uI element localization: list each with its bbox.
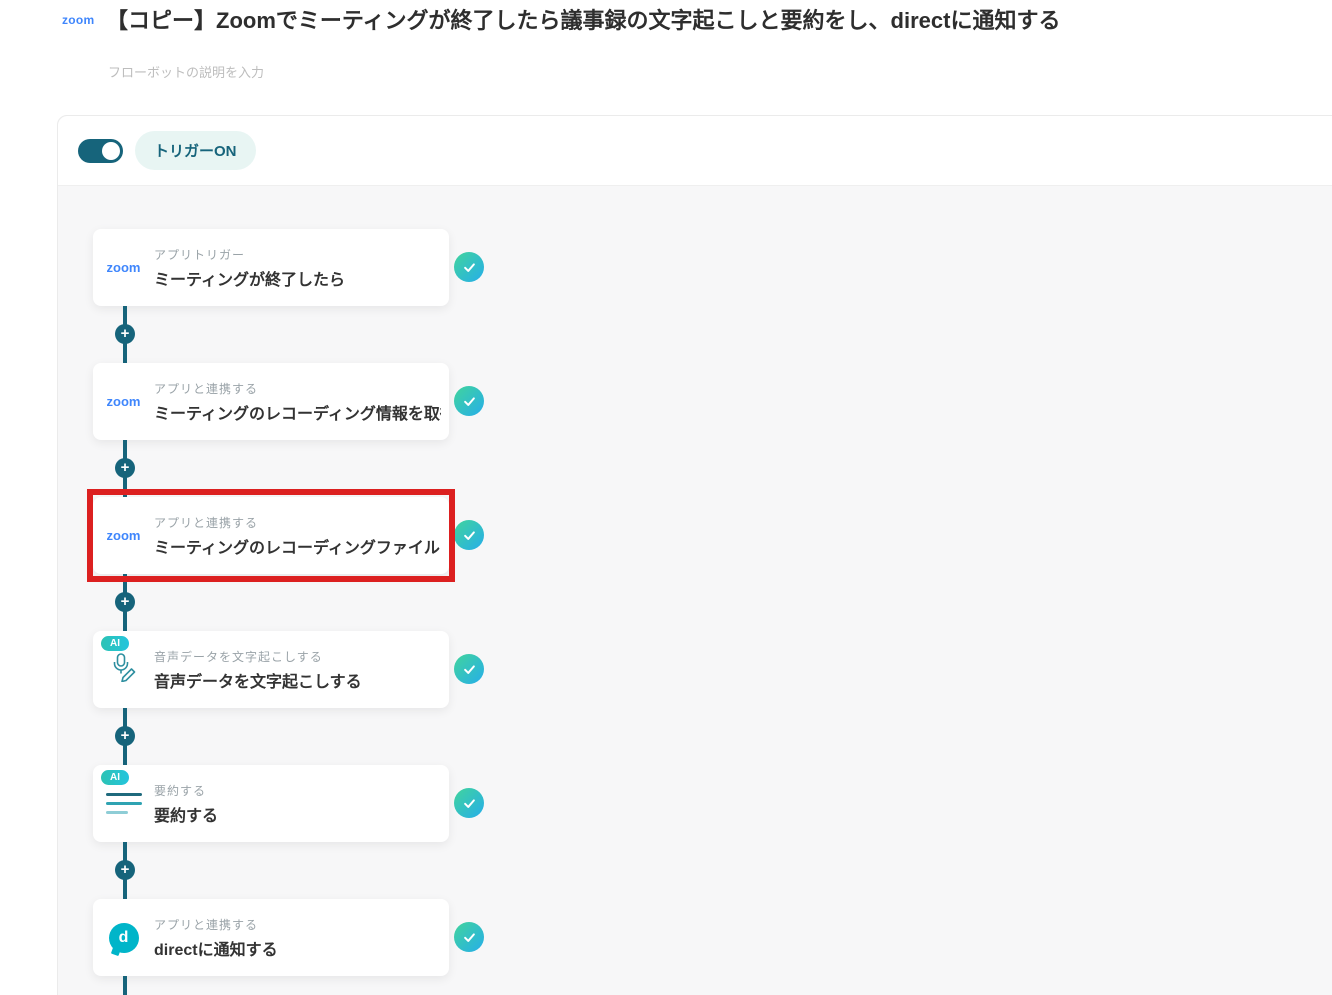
check-icon bbox=[454, 386, 484, 416]
connector-tail bbox=[93, 976, 449, 995]
step-icon-zone: zoom bbox=[93, 394, 154, 409]
step-title: directに通知する bbox=[154, 941, 278, 959]
connector: + bbox=[93, 574, 449, 631]
step-card[interactable]: zoom アプリと連携する ミーティングのレコーディングファイル… bbox=[87, 489, 455, 582]
step-title: 要約する bbox=[154, 807, 219, 825]
flow-step[interactable]: d アプリと連携する directに通知する bbox=[93, 899, 484, 976]
trigger-toggle[interactable] bbox=[78, 138, 123, 163]
check-icon bbox=[454, 252, 484, 282]
step-icon-zone bbox=[93, 652, 154, 687]
check-icon bbox=[454, 788, 484, 818]
connector: + bbox=[93, 440, 449, 497]
step-texts: 要約する 要約する bbox=[154, 782, 449, 826]
zoom-app-icon: zoom bbox=[62, 13, 95, 27]
flow-column: zoom アプリトリガー ミーティングが終了したら + zoom アプリと連携す… bbox=[87, 229, 484, 995]
step-icon-zone: zoom bbox=[93, 260, 154, 275]
step-texts: アプリと連携する directに通知する bbox=[154, 916, 449, 960]
zoom-logo-icon: zoom bbox=[106, 394, 141, 409]
microphone-pencil-icon bbox=[110, 652, 138, 687]
check-icon bbox=[454, 520, 484, 550]
step-category-label: 音声データを文字起こしする bbox=[154, 649, 323, 664]
direct-logo-icon: d bbox=[108, 922, 139, 953]
step-category-label: アプリトリガー bbox=[154, 247, 246, 262]
trigger-status-badge: トリガーON bbox=[135, 131, 256, 170]
summary-lines-icon bbox=[105, 793, 142, 814]
step-card[interactable]: d アプリと連携する directに通知する bbox=[93, 899, 449, 976]
add-step-button[interactable]: + bbox=[115, 726, 135, 746]
add-step-button[interactable]: + bbox=[115, 860, 135, 880]
connector: + bbox=[93, 306, 449, 363]
step-texts: アプリと連携する ミーティングのレコーディング情報を取得 bbox=[154, 380, 449, 424]
connector: + bbox=[93, 842, 449, 899]
step-texts: アプリトリガー ミーティングが終了したら bbox=[154, 246, 449, 290]
connector: + bbox=[93, 708, 449, 765]
ai-badge: AI bbox=[101, 770, 129, 785]
step-icon-zone bbox=[93, 793, 154, 814]
panel-header: トリガーON bbox=[58, 116, 1332, 186]
step-category-label: アプリと連携する bbox=[154, 917, 259, 932]
flow-step[interactable]: 音声データを文字起こしする 音声データを文字起こしする AI bbox=[93, 631, 484, 708]
zoom-logo-icon: zoom bbox=[106, 528, 141, 543]
flow-step[interactable]: zoom アプリと連携する ミーティングのレコーディング情報を取得 bbox=[93, 363, 484, 440]
flowbot-description-input[interactable]: フローボットの説明を入力 bbox=[108, 62, 264, 81]
page-title: 【コピー】Zoomでミーティングが終了したら議事録の文字起こしと要約をし、dir… bbox=[106, 8, 1061, 33]
step-card[interactable]: zoom アプリトリガー ミーティングが終了したら bbox=[93, 229, 449, 306]
flow-step[interactable]: 要約する 要約する AI bbox=[93, 765, 484, 842]
step-title: ミーティングのレコーディングファイル… bbox=[154, 539, 441, 557]
step-title: ミーティングのレコーディング情報を取得 bbox=[154, 405, 441, 423]
zoom-logo-icon: zoom bbox=[106, 260, 141, 275]
step-texts: 音声データを文字起こしする 音声データを文字起こしする bbox=[154, 648, 449, 692]
step-category-label: アプリと連携する bbox=[154, 515, 259, 530]
step-card[interactable]: 要約する 要約する AI bbox=[93, 765, 449, 842]
add-step-button[interactable]: + bbox=[115, 458, 135, 478]
step-title: 音声データを文字起こしする bbox=[154, 673, 362, 691]
check-icon bbox=[454, 654, 484, 684]
step-category-label: アプリと連携する bbox=[154, 381, 259, 396]
ai-badge: AI bbox=[101, 636, 129, 651]
add-step-button[interactable]: + bbox=[115, 592, 135, 612]
toggle-knob-icon bbox=[102, 141, 120, 160]
step-card[interactable]: 音声データを文字起こしする 音声データを文字起こしする AI bbox=[93, 631, 449, 708]
step-title: ミーティングが終了したら bbox=[154, 271, 346, 289]
step-icon-zone: zoom bbox=[93, 528, 154, 543]
step-texts: アプリと連携する ミーティングのレコーディングファイル… bbox=[154, 514, 449, 558]
step-card[interactable]: zoom アプリと連携する ミーティングのレコーディング情報を取得 bbox=[93, 363, 449, 440]
step-icon-zone: d bbox=[93, 922, 154, 953]
flow-step[interactable]: zoom アプリトリガー ミーティングが終了したら bbox=[93, 229, 484, 306]
check-icon bbox=[454, 922, 484, 952]
step-category-label: 要約する bbox=[154, 783, 207, 798]
connector-line bbox=[123, 976, 127, 995]
flowbot-panel: トリガーON zoom アプリトリガー ミーティングが終了したら + zoom … bbox=[57, 115, 1332, 995]
flow-step[interactable]: zoom アプリと連携する ミーティングのレコーディングファイル… bbox=[87, 489, 484, 582]
add-step-button[interactable]: + bbox=[115, 324, 135, 344]
